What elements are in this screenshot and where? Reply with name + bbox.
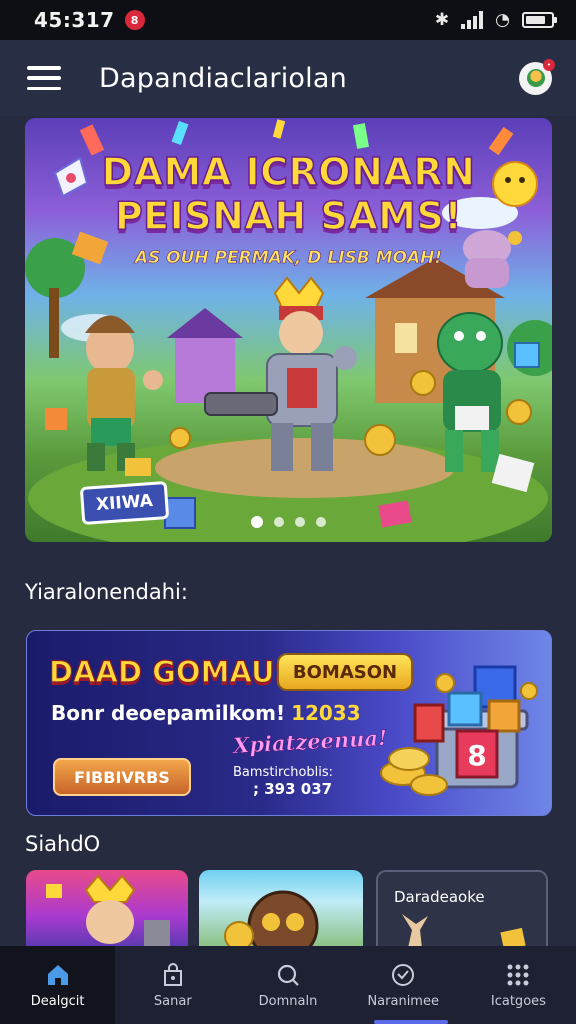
game-card-3-art: [402, 914, 526, 946]
carousel-dot[interactable]: [274, 517, 284, 527]
bottom-nav: Dealgcit Sanar Domnaln Naranimee Icatgoe…: [0, 946, 576, 1024]
promo-meta: Bamstirchoblis: ; 393 037: [233, 765, 333, 797]
nav-label: Dealgcit: [30, 993, 85, 1009]
clock-icon: [390, 962, 416, 988]
status-icons: ✱ ◔: [434, 9, 557, 30]
promo-title: DAAD GOMAUS: [48, 654, 296, 689]
nav-item-categories[interactable]: Icatgoes: [461, 946, 576, 1024]
promo-badge[interactable]: BOMASON: [277, 653, 413, 691]
promo-line: Bonr deoepamilkom! 12033: [51, 701, 361, 725]
hero-title-line2: PEISNAH SAMS!: [114, 193, 463, 239]
wifi-icon: ◔: [495, 9, 510, 30]
hero-title-line1: DAMA ICRONARN: [101, 149, 476, 195]
game-card-3[interactable]: Daradeaoke: [376, 870, 548, 948]
battery-level: [526, 16, 546, 24]
promo-line-value: 12033: [291, 701, 361, 725]
battery-icon: [522, 12, 557, 28]
game-card-2-art: [224, 890, 319, 948]
nav-label: Icatgoes: [490, 993, 546, 1009]
bag-icon: [160, 962, 186, 988]
avatar[interactable]: •: [519, 58, 555, 95]
promo-meta-value: ; 393 037: [253, 780, 333, 798]
status-time: 45:317: [34, 8, 115, 32]
signal-icon: [461, 11, 484, 29]
promo-line-label: Bonr deoepamilkom!: [51, 701, 286, 725]
promo-card[interactable]: 8 DAAD GOMAUS BOMASON Bonr deoepamilkom!…: [26, 630, 552, 816]
grid-icon: [505, 962, 531, 988]
status-bar: 45:317 8 ✱ ◔: [0, 0, 576, 40]
nav-item-home[interactable]: Dealgcit: [0, 946, 116, 1024]
promo-button[interactable]: FIBBIVRBS: [53, 758, 191, 796]
hero-subtitle: AS OUH PERMAK, D LISB MOAH!: [134, 248, 443, 269]
nav-label: Naranimee: [367, 993, 439, 1009]
search-icon: [275, 962, 301, 988]
avatar-image: [526, 69, 545, 87]
home-icon: [45, 962, 71, 988]
section-title-second: SiahdO: [25, 832, 101, 856]
game-card-1[interactable]: [26, 870, 188, 948]
avatar-badge: •: [543, 58, 555, 71]
carousel-dot[interactable]: [295, 517, 305, 527]
nav-label: Domnaln: [258, 993, 318, 1009]
game-card-1-art: [46, 874, 170, 948]
app-title: Dapandiaclariolan: [99, 62, 347, 94]
game-card-2[interactable]: [199, 870, 363, 948]
nav-item-store[interactable]: Sanar: [115, 946, 230, 1024]
carousel-dots: [25, 516, 552, 528]
carousel-dot[interactable]: [316, 517, 326, 527]
carousel-dot-active[interactable]: [251, 516, 263, 528]
section-title-featured: Yiaralonendahi:: [25, 580, 188, 604]
app-bar: Dapandiaclariolan •: [0, 40, 576, 116]
gesture-bar: [374, 1020, 448, 1024]
promo-meta-label: Bamstirchoblis:: [233, 765, 334, 780]
nav-item-search[interactable]: Domnaln: [230, 946, 345, 1024]
nav-label: Sanar: [153, 993, 192, 1009]
notification-badge: 8: [124, 10, 145, 30]
hero-banner[interactable]: DAMA ICRONARN PEISNAH SAMS! AS OUH PERMA…: [25, 118, 552, 542]
svg-text:8: 8: [467, 739, 486, 772]
nav-item-history[interactable]: Naranimee: [346, 946, 461, 1024]
bluetooth-icon: ✱: [434, 9, 450, 30]
menu-icon[interactable]: [27, 66, 61, 90]
